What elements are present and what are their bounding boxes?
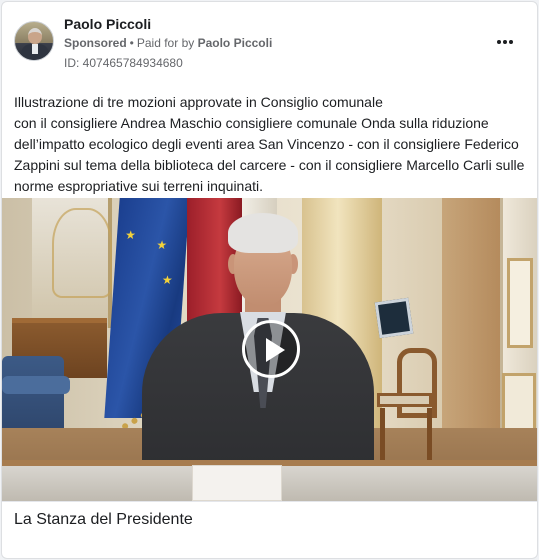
- author-avatar[interactable]: [14, 21, 54, 61]
- more-dot: [503, 40, 507, 44]
- ad-id: ID: 407465784934680: [64, 56, 183, 70]
- video-paper: [192, 465, 282, 501]
- paid-for-name[interactable]: Paolo Piccoli: [198, 36, 273, 50]
- chair-seat: [377, 393, 432, 407]
- separator-dot: •: [129, 36, 134, 50]
- sponsored-line: Sponsored • Paid for by Paolo Piccoli: [64, 36, 272, 50]
- body-line: con il consigliere Andrea Maschio consig…: [14, 115, 489, 131]
- body-line: dell’impatto ecologico degli eventi area…: [14, 136, 519, 152]
- avatar-shirt: [32, 44, 38, 54]
- play-icon[interactable]: [242, 320, 300, 378]
- video-sofa-arm: [2, 376, 70, 394]
- body-line: norme espropriative sui terreni inquinat…: [14, 178, 264, 194]
- video-monitor: [374, 297, 414, 339]
- chair-leg: [380, 408, 385, 463]
- more-options-icon[interactable]: [495, 35, 515, 49]
- body-line: Zappini sul tema della biblioteca del ca…: [14, 157, 525, 173]
- video-chair: [372, 348, 442, 468]
- speaker-hair: [228, 213, 298, 253]
- avatar-head: [28, 28, 42, 44]
- video-player[interactable]: ★ ★ ★: [2, 198, 537, 501]
- more-dot: [509, 40, 513, 44]
- post-header: Paolo Piccoli Sponsored • Paid for by Paol…: [14, 15, 525, 73]
- video-caption[interactable]: La Stanza del Presidente: [2, 501, 537, 542]
- chair-leg: [427, 408, 432, 463]
- video-chandelier: [52, 208, 112, 298]
- flag-star: ★: [124, 228, 137, 242]
- video-frame: [507, 258, 533, 348]
- ad-post-card: Paolo Piccoli Sponsored • Paid for by Paol…: [1, 1, 538, 559]
- play-triangle: [266, 338, 285, 362]
- post-body-text: Illustrazione di tre mozioni approvate i…: [14, 92, 529, 197]
- more-dot: [497, 40, 501, 44]
- sponsored-label: Sponsored: [64, 36, 127, 50]
- paid-for-prefix: Paid for by: [136, 36, 195, 50]
- body-line: Illustrazione di tre mozioni approvate i…: [14, 94, 383, 110]
- author-name[interactable]: Paolo Piccoli: [64, 16, 151, 32]
